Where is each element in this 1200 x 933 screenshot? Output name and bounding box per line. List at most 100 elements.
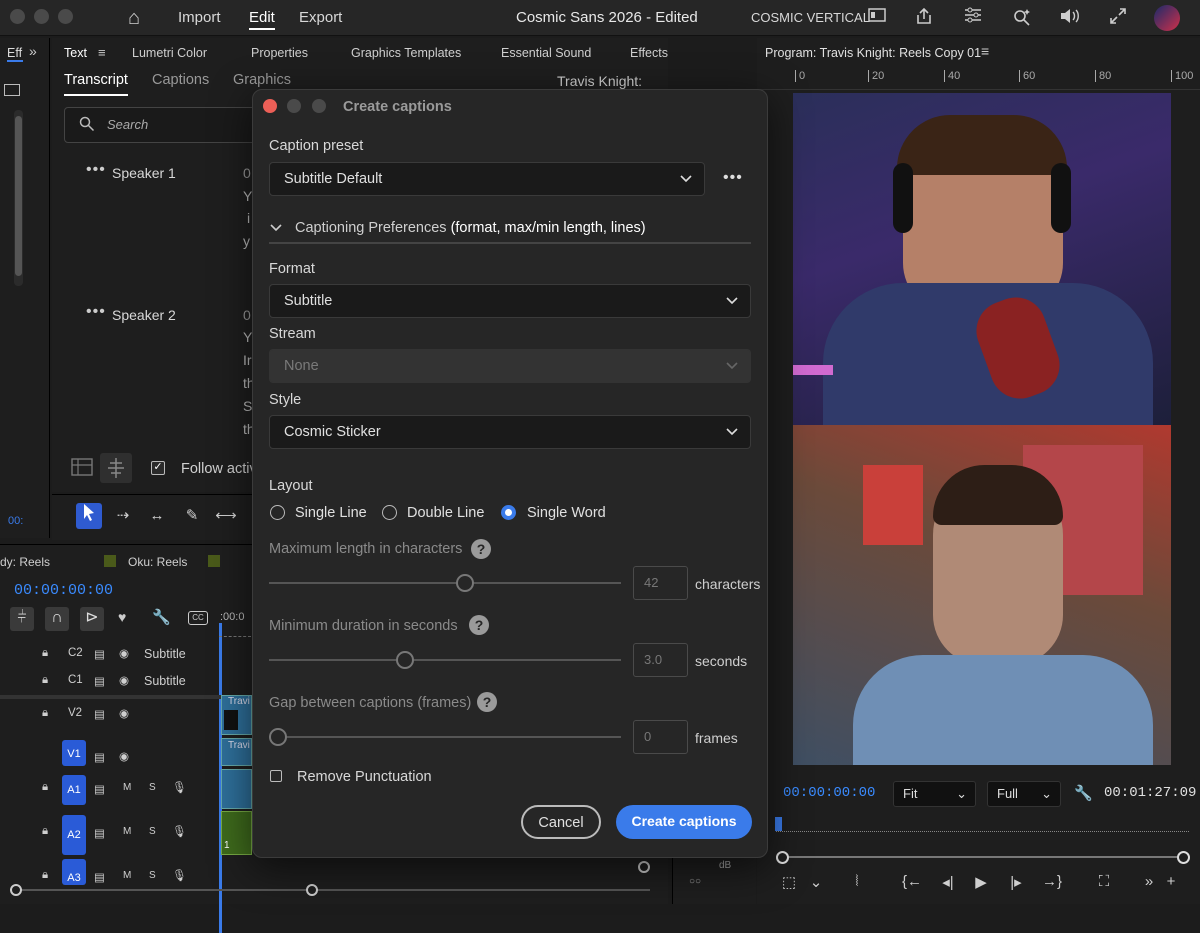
lock-icon[interactable]: 🔒︎ (42, 707, 48, 720)
sync-icon[interactable]: ▤ (94, 870, 105, 884)
solo-button[interactable]: S (149, 870, 156, 881)
tab-essential-sound[interactable]: Essential Sound (501, 46, 591, 60)
microphone-icon[interactable]: 🎙︎ (172, 824, 187, 838)
panel-layout-icon[interactable] (865, 7, 889, 29)
home-icon[interactable]: ⌂ (122, 7, 146, 29)
slip-tool-icon[interactable]: ⟷ (213, 503, 239, 529)
max-length-slider-handle[interactable] (456, 574, 475, 592)
tab-captions[interactable]: Captions (152, 72, 209, 88)
window-close-button[interactable] (10, 9, 25, 24)
transcript-line[interactable]: i (247, 210, 250, 226)
gap-slider-handle[interactable] (269, 728, 287, 746)
window-zoom-button[interactable] (58, 9, 73, 24)
transcript-line[interactable]: Y (243, 188, 252, 204)
meter-solo-icon[interactable]: ○○ (689, 876, 701, 887)
speaker-2-name[interactable]: Speaker 2 (112, 307, 176, 323)
left-scrollbar[interactable] (14, 110, 23, 286)
solo-button[interactable]: S (149, 826, 156, 837)
solo-button[interactable]: S (149, 782, 156, 793)
video-frame-top[interactable] (793, 93, 1171, 425)
tab-transcript[interactable]: Transcript (64, 72, 128, 96)
panel-toggle-icon[interactable] (4, 84, 20, 96)
step-back-icon[interactable]: ◂| (937, 873, 959, 891)
layout-single-line-radio[interactable] (270, 505, 285, 520)
layout-single-line-label[interactable]: Single Line (295, 505, 367, 521)
lock-icon[interactable]: 🔒︎ (42, 647, 48, 660)
menu-import[interactable]: Import (178, 9, 221, 26)
min-duration-slider-handle[interactable] (395, 651, 414, 669)
layout-double-line-label[interactable]: Double Line (407, 505, 484, 521)
dialog-close-button[interactable] (263, 99, 277, 113)
effects-tab[interactable]: Eff (7, 46, 23, 62)
sync-icon[interactable]: ▤ (94, 647, 105, 661)
linked-selection-icon[interactable]: ⊳ (80, 607, 104, 631)
share-icon[interactable] (912, 7, 936, 29)
track-id-badge[interactable]: A3 (62, 859, 86, 885)
tab-properties[interactable]: Properties (251, 46, 308, 60)
mute-button[interactable]: M (123, 826, 131, 837)
eye-icon[interactable]: ◉ (119, 749, 129, 763)
add-button-icon[interactable]: + (1160, 873, 1182, 890)
microphone-icon[interactable]: 🎙︎ (172, 780, 187, 794)
follow-checkbox[interactable]: ✓ (151, 461, 165, 475)
track-select-icon[interactable]: ⇢ (110, 503, 136, 529)
snap-icon[interactable]: ∩ (45, 607, 69, 631)
marker-icon[interactable]: ♥ (118, 609, 126, 625)
sync-icon[interactable]: ▤ (94, 782, 105, 796)
create-captions-button[interactable]: Create captions (616, 805, 752, 839)
audio-clip[interactable] (221, 769, 252, 809)
chevron-down-icon[interactable]: ⌄ (805, 873, 827, 891)
timeline-timecode[interactable]: 00:00:00:00 (14, 582, 113, 599)
lock-icon[interactable]: 🔒︎ (42, 869, 48, 882)
align-captions-icon[interactable] (100, 453, 132, 483)
chevron-down-icon[interactable] (269, 218, 283, 241)
vertical-zoom-handle[interactable] (638, 861, 650, 873)
speaker-1-name[interactable]: Speaker 1 (112, 165, 176, 181)
track-id-badge[interactable]: V1 (62, 740, 86, 766)
captioning-preferences-toggle[interactable]: Captioning Preferences (format, max/min … (295, 220, 646, 236)
max-length-input[interactable]: 42 (633, 566, 688, 600)
selection-tool-icon[interactable] (76, 503, 102, 529)
program-time-ruler[interactable] (776, 818, 1189, 832)
timeline-zoom-scrollbar[interactable] (10, 883, 650, 897)
go-to-in-icon[interactable]: {← (901, 873, 923, 890)
captions-icon[interactable]: CC (188, 611, 208, 625)
transcript-view-icon[interactable] (70, 456, 96, 480)
preset-more-icon[interactable]: ••• (723, 169, 743, 187)
format-select[interactable]: Subtitle (269, 284, 751, 318)
panel-menu-icon[interactable]: ≡ (98, 45, 106, 60)
volume-icon[interactable] (1058, 7, 1082, 29)
video-frame-bottom[interactable] (793, 425, 1171, 765)
program-zoom-bar[interactable] (776, 850, 1190, 864)
help-icon[interactable]: ? (471, 539, 491, 559)
cancel-button[interactable]: Cancel (521, 805, 601, 839)
gap-slider[interactable] (269, 736, 621, 738)
track-id-badge[interactable]: A2 (62, 815, 86, 855)
play-icon[interactable]: ▶ (970, 873, 992, 891)
microphone-icon[interactable]: 🎙︎ (172, 868, 187, 882)
lock-icon[interactable]: 🔒︎ (42, 781, 48, 794)
speaker-1-more-icon[interactable]: ••• (86, 161, 106, 179)
menu-edit[interactable]: Edit (249, 9, 275, 30)
tab-lumetri-color[interactable]: Lumetri Color (132, 46, 207, 60)
sync-icon[interactable]: ▤ (94, 674, 105, 688)
sequence-tab[interactable]: dy: Reels (0, 555, 50, 569)
help-icon[interactable]: ? (477, 692, 497, 712)
wrench-icon[interactable]: 🔧 (152, 608, 171, 626)
video-clip[interactable]: Travi (221, 695, 252, 735)
sync-icon[interactable]: ▤ (94, 707, 105, 721)
ripple-edit-icon[interactable]: ↔ (144, 503, 170, 529)
magic-search-icon[interactable] (1010, 7, 1034, 29)
min-duration-input[interactable]: 3.0 (633, 643, 688, 677)
time-ruler[interactable] (219, 627, 251, 637)
settings-sliders-icon[interactable] (961, 7, 985, 29)
speaker-2-more-icon[interactable]: ••• (86, 303, 106, 321)
add-marker-icon[interactable]: ⦚ (846, 873, 868, 890)
transcript-line[interactable]: Ir (243, 352, 252, 368)
fit-select[interactable]: Fit ⌄ (893, 781, 976, 807)
gap-input[interactable]: 0 (633, 720, 688, 754)
tab-graphics-templates[interactable]: Graphics Templates (351, 46, 461, 60)
tab-effects[interactable]: Effects (630, 46, 668, 60)
track-id-badge[interactable]: A1 (62, 775, 86, 805)
sync-icon[interactable]: ▤ (94, 750, 105, 764)
